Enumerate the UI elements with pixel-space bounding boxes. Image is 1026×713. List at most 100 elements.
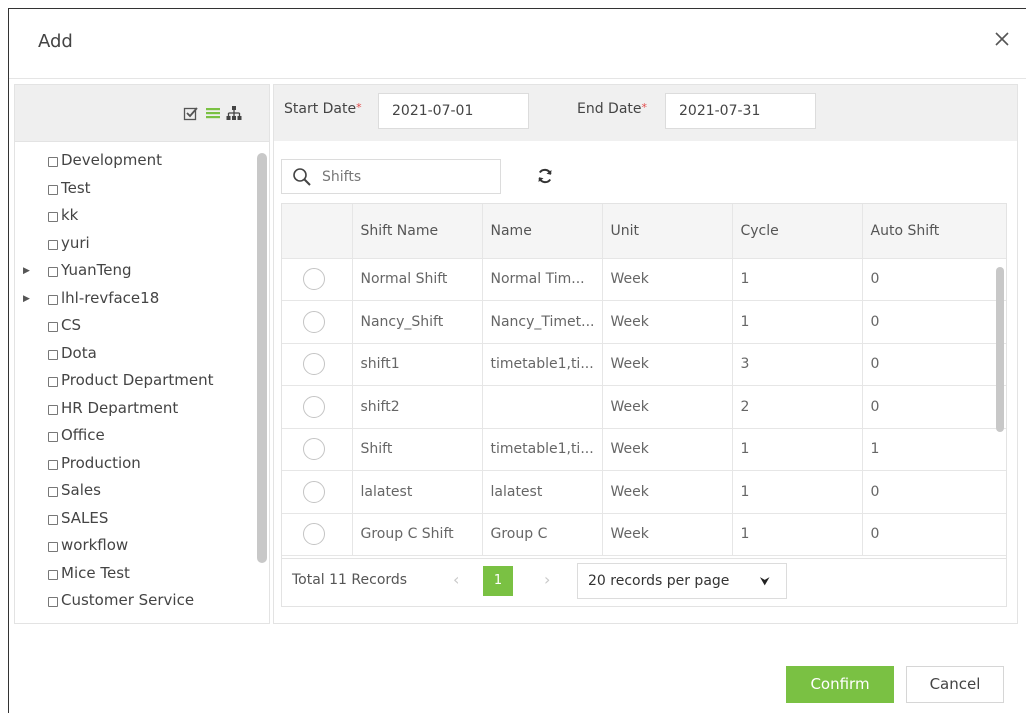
row-select-cell: [282, 470, 353, 514]
column-header-select: [282, 204, 353, 259]
tree-item-checkbox[interactable]: [48, 404, 58, 415]
tree-item[interactable]: ▶ YuanTeng: [15, 261, 255, 289]
row-radio[interactable]: [303, 523, 325, 546]
tree-item-label: Development: [61, 151, 162, 169]
shift-name-cell: Shift: [352, 428, 483, 471]
tree-item[interactable]: Product Department: [15, 371, 255, 399]
tree-item[interactable]: Customer Service: [15, 591, 255, 619]
shift-name-cell: lalatest: [352, 470, 483, 514]
page-1-button[interactable]: 1: [483, 566, 513, 596]
tree-item-checkbox[interactable]: [48, 432, 58, 442]
row-radio[interactable]: [303, 353, 325, 376]
table-scrollbar[interactable]: [996, 267, 1004, 432]
column-header-unit[interactable]: Unit: [602, 204, 733, 259]
tree-item-checkbox[interactable]: [48, 294, 58, 305]
tree-item-label: HR Department: [61, 398, 179, 417]
cycle-cell: 1: [732, 300, 863, 344]
row-radio[interactable]: [303, 395, 325, 418]
row-radio[interactable]: [303, 480, 325, 503]
pagination-bar: Total 11 Records ‹ 1 › 20 records per pa…: [281, 559, 1007, 607]
tree-item-label: YuanTeng: [61, 261, 132, 279]
tree-item-checkbox[interactable]: [48, 212, 58, 222]
column-header-cycle[interactable]: Cycle: [732, 204, 863, 259]
tree-item[interactable]: Mice Test: [15, 564, 255, 592]
close-icon[interactable]: [992, 29, 1012, 49]
cycle-cell: 2: [732, 385, 863, 429]
auto-shift-cell: 1: [862, 428, 1006, 471]
table-row[interactable]: Nancy_Shift Nancy_Timet... Week 1 0: [282, 300, 1006, 344]
end-date-input[interactable]: 2021-07-31: [665, 93, 816, 129]
check-all-icon[interactable]: [183, 105, 199, 121]
column-header-auto-shift[interactable]: Auto Shift: [862, 204, 1006, 259]
name-cell: lalatest: [482, 470, 603, 514]
tree-item[interactable]: CS: [15, 316, 255, 344]
tree-item-label: Customer Service: [61, 591, 195, 609]
start-date-label: Start Date*: [284, 101, 362, 117]
tree-item-label: Sales: [61, 481, 101, 499]
tree-item-checkbox[interactable]: [48, 542, 58, 552]
list-view-icon[interactable]: [205, 105, 221, 121]
cycle-cell: 1: [732, 428, 863, 471]
tree-item[interactable]: workflow: [15, 536, 255, 564]
tree-item[interactable]: kk: [15, 206, 255, 234]
row-radio[interactable]: [303, 310, 325, 333]
cycle-cell: 1: [732, 258, 863, 301]
tree-item-checkbox[interactable]: [48, 157, 58, 167]
column-header-name[interactable]: Name: [482, 204, 603, 259]
prev-page-button[interactable]: ‹: [453, 570, 459, 589]
table-row[interactable]: shift1 timetable1,ti... Week 3 0: [282, 343, 1006, 386]
unit-cell: Week: [602, 258, 733, 301]
tree-item[interactable]: SALES: [15, 509, 255, 537]
expand-arrow-icon[interactable]: ▶: [23, 294, 30, 304]
end-date-label-text: End Date: [577, 101, 642, 117]
tree-scrollbar[interactable]: [257, 153, 267, 563]
table-row[interactable]: lalatest lalatest Week 1 0: [282, 470, 1006, 514]
tree-item[interactable]: ▶ lhl-revface18: [15, 289, 255, 317]
tree-item[interactable]: Production: [15, 454, 255, 482]
tree-item-label: Production: [61, 453, 141, 472]
tree-item-checkbox[interactable]: [48, 487, 58, 497]
next-page-button[interactable]: ›: [544, 570, 550, 589]
records-per-page-value: 20 records per page: [588, 573, 730, 589]
row-radio[interactable]: [303, 268, 325, 291]
tree-item-checkbox[interactable]: [48, 377, 58, 387]
table-row[interactable]: shift2 Week 2 0: [282, 385, 1006, 429]
tree-item[interactable]: Dota: [15, 344, 255, 372]
tree-item-label: Mice Test: [61, 563, 130, 582]
tree-item-label: lhl-revface18: [61, 288, 160, 307]
tree-item[interactable]: HR Department: [15, 399, 255, 427]
refresh-icon[interactable]: [536, 167, 554, 185]
date-filter-bar: Start Date* 2021-07-01 End Date* 2021-07…: [274, 85, 1017, 141]
shift-search-input[interactable]: Shifts: [281, 159, 501, 194]
tree-item-label: CS: [61, 316, 81, 334]
tree-view-icon[interactable]: [226, 105, 242, 121]
table-row[interactable]: Group C Shift Group C Week 1 0: [282, 513, 1006, 556]
cancel-button[interactable]: Cancel: [906, 666, 1004, 703]
tree-item-checkbox[interactable]: [48, 514, 58, 525]
tree-item-checkbox[interactable]: [48, 322, 58, 332]
tree-item[interactable]: yuri: [15, 234, 255, 262]
auto-shift-cell: 0: [862, 300, 1006, 344]
table-row[interactable]: Shift timetable1,ti... Week 1 1: [282, 428, 1006, 471]
records-per-page-select[interactable]: 20 records per page ⮟: [577, 563, 787, 599]
row-select-cell: [282, 428, 353, 471]
row-radio[interactable]: [303, 438, 325, 461]
expand-arrow-icon[interactable]: ▶: [23, 266, 30, 276]
column-header-shift-name[interactable]: Shift Name: [352, 204, 483, 259]
auto-shift-cell: 0: [862, 343, 1006, 386]
tree-item-checkbox[interactable]: [48, 569, 58, 580]
start-date-input[interactable]: 2021-07-01: [378, 93, 529, 129]
tree-item[interactable]: Office: [15, 426, 255, 454]
tree-item[interactable]: Sales: [15, 481, 255, 509]
tree-item-checkbox[interactable]: [48, 349, 58, 360]
tree-item-checkbox[interactable]: [48, 184, 58, 195]
tree-item[interactable]: Development: [15, 151, 255, 179]
tree-item-checkbox[interactable]: [48, 239, 58, 250]
confirm-button[interactable]: Confirm: [786, 666, 894, 703]
tree-item-checkbox[interactable]: [48, 459, 58, 470]
tree-item-checkbox[interactable]: [48, 597, 58, 607]
end-date-label: End Date*: [577, 101, 647, 117]
table-row[interactable]: Normal Shift Normal Tim... Week 1 0: [282, 258, 1006, 301]
tree-item-checkbox[interactable]: [48, 267, 58, 277]
tree-item[interactable]: Test: [15, 179, 255, 207]
